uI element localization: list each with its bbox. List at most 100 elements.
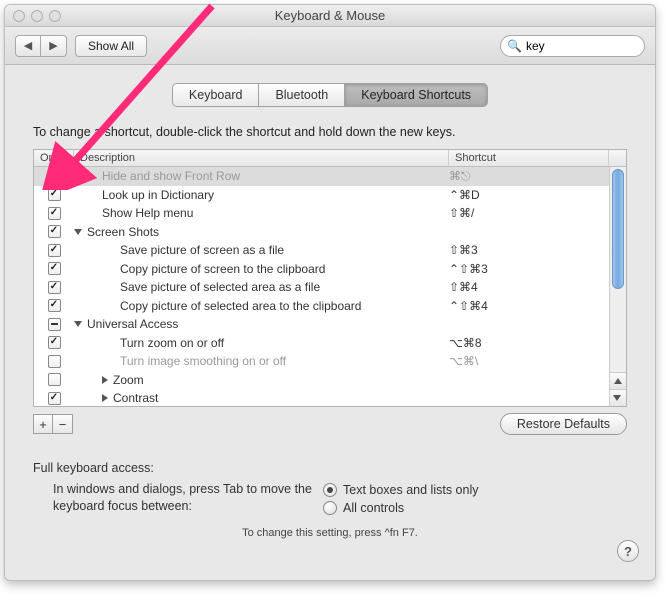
- table-row[interactable]: Copy picture of screen to the clipboard⌃…: [34, 260, 626, 279]
- table-row[interactable]: Show Help menu⇧⌘/: [34, 204, 626, 223]
- row-shortcut-cell[interactable]: ⇧⌘/: [449, 206, 609, 220]
- radio-all-controls[interactable]: All controls: [323, 499, 627, 517]
- fka-options: Text boxes and lists only All controls: [323, 481, 627, 517]
- table-footer: + − Restore Defaults: [33, 413, 627, 435]
- tab-keyboard-shortcuts[interactable]: Keyboard Shortcuts: [345, 83, 488, 107]
- row-label: Turn zoom on or off: [120, 336, 224, 350]
- column-description[interactable]: Description: [74, 150, 449, 166]
- full-keyboard-access-section: Full keyboard access: In windows and dia…: [33, 461, 627, 539]
- table-row[interactable]: Zoom: [34, 371, 626, 390]
- disclosure-triangle-icon[interactable]: [74, 321, 82, 327]
- column-on[interactable]: On: [34, 150, 74, 166]
- search-field[interactable]: 🔍 ✕: [500, 35, 645, 57]
- preferences-window: Keyboard & Mouse ◀ ▶ Show All 🔍 ✕ Keyboa…: [4, 4, 656, 581]
- row-description-cell: Show Help menu: [74, 206, 449, 220]
- fka-description: In windows and dialogs, press Tab to mov…: [33, 481, 323, 517]
- row-shortcut-cell[interactable]: ⌃⇧⌘4: [449, 299, 609, 313]
- toolbar: ◀ ▶ Show All 🔍 ✕: [5, 27, 655, 65]
- scroll-up-button[interactable]: [610, 372, 626, 389]
- row-label: Screen Shots: [87, 225, 159, 239]
- table-row[interactable]: Turn zoom on or off ⌥⌘8: [34, 334, 626, 353]
- row-label: Universal Access: [87, 317, 178, 331]
- row-label: Copy picture of selected area to the cli…: [120, 299, 361, 313]
- row-checkbox-cell: [34, 281, 74, 294]
- shortcuts-table: On Description Shortcut Hide and show Fr…: [33, 149, 627, 407]
- row-checkbox[interactable]: [48, 170, 61, 183]
- add-remove-group: + −: [33, 414, 73, 434]
- table-header: On Description Shortcut: [34, 150, 626, 167]
- row-checkbox[interactable]: [48, 207, 61, 220]
- row-shortcut-cell[interactable]: ⌥⌘8: [449, 336, 609, 350]
- column-shortcut[interactable]: Shortcut: [449, 150, 609, 166]
- tab-bluetooth[interactable]: Bluetooth: [259, 83, 345, 107]
- tab-keyboard[interactable]: Keyboard: [172, 83, 260, 107]
- disclosure-triangle-icon[interactable]: [74, 229, 82, 235]
- show-all-button[interactable]: Show All: [75, 35, 147, 57]
- scrollbar-thumb[interactable]: [612, 169, 624, 289]
- window-title: Keyboard & Mouse: [5, 8, 655, 23]
- radio-all-indicator: [323, 501, 337, 515]
- vertical-scrollbar[interactable]: [609, 167, 626, 406]
- row-checkbox-cell: [34, 318, 74, 331]
- row-checkbox-cell: [34, 336, 74, 349]
- row-checkbox[interactable]: [48, 225, 61, 238]
- table-row[interactable]: Turn image smoothing on or off ⌥⌘\: [34, 352, 626, 371]
- row-checkbox[interactable]: [48, 281, 61, 294]
- fka-tip: To change this setting, press ^fn F7.: [33, 527, 627, 539]
- row-label: Save picture of screen as a file: [120, 243, 284, 257]
- row-checkbox-cell: [34, 244, 74, 257]
- row-checkbox[interactable]: [48, 373, 61, 386]
- scroll-down-button[interactable]: [610, 389, 626, 406]
- restore-defaults-button[interactable]: Restore Defaults: [500, 413, 627, 435]
- remove-button[interactable]: −: [53, 414, 73, 434]
- forward-button[interactable]: ▶: [41, 35, 67, 57]
- disclosure-triangle-icon[interactable]: [102, 376, 108, 384]
- row-checkbox-cell: [34, 188, 74, 201]
- row-shortcut-cell[interactable]: ⇧⌘4: [449, 280, 609, 294]
- row-description-cell: Save picture of screen as a file: [74, 243, 449, 257]
- row-label: Hide and show Front Row: [102, 169, 240, 183]
- row-shortcut-cell[interactable]: ⌃⇧⌘3: [449, 262, 609, 276]
- content-area: Keyboard Bluetooth Keyboard Shortcuts To…: [5, 65, 655, 553]
- table-row[interactable]: Hide and show Front Row ⌘⎋: [34, 167, 626, 186]
- table-row[interactable]: Save picture of selected area as a file⇧…: [34, 278, 626, 297]
- row-shortcut-cell[interactable]: ⌃⌘D: [449, 188, 609, 202]
- table-row[interactable]: Save picture of screen as a file ⇧⌘3: [34, 241, 626, 260]
- row-description-cell: Copy picture of selected area to the cli…: [74, 299, 449, 313]
- tab-bar: Keyboard Bluetooth Keyboard Shortcuts: [33, 83, 627, 107]
- table-row[interactable]: Screen Shots: [34, 223, 626, 242]
- titlebar: Keyboard & Mouse: [5, 5, 655, 27]
- row-description-cell: Screen Shots: [74, 225, 449, 239]
- add-button[interactable]: +: [33, 414, 53, 434]
- back-button[interactable]: ◀: [15, 35, 41, 57]
- row-label: Look up in Dictionary: [102, 188, 214, 202]
- row-checkbox[interactable]: [48, 188, 61, 201]
- search-input[interactable]: [526, 39, 656, 53]
- row-checkbox[interactable]: [48, 244, 61, 257]
- row-checkbox[interactable]: [48, 262, 61, 275]
- row-shortcut-cell[interactable]: ⇧⌘3: [449, 243, 609, 257]
- nav-buttons: ◀ ▶: [15, 35, 67, 57]
- row-description-cell: Contrast: [74, 391, 449, 405]
- row-shortcut-cell[interactable]: ⌘⎋: [449, 169, 609, 184]
- radio-textboxes-label: Text boxes and lists only: [343, 483, 479, 497]
- row-checkbox[interactable]: [48, 336, 61, 349]
- row-checkbox[interactable]: [48, 318, 61, 331]
- table-row[interactable]: Look up in Dictionary ⌃⌘D: [34, 186, 626, 205]
- instruction-text: To change a shortcut, double-click the s…: [33, 125, 627, 139]
- row-label: Zoom: [113, 373, 144, 387]
- help-button[interactable]: ?: [617, 540, 639, 562]
- table-row[interactable]: Contrast: [34, 389, 626, 406]
- row-shortcut-cell[interactable]: ⌥⌘\: [449, 354, 609, 368]
- disclosure-triangle-icon[interactable]: [102, 394, 108, 402]
- row-label: Turn image smoothing on or off: [120, 354, 286, 368]
- table-row[interactable]: Universal Access: [34, 315, 626, 334]
- table-row[interactable]: Copy picture of selected area to the cli…: [34, 297, 626, 316]
- radio-textboxes[interactable]: Text boxes and lists only: [323, 481, 627, 499]
- row-checkbox[interactable]: [48, 299, 61, 312]
- fka-heading: Full keyboard access:: [33, 461, 627, 475]
- row-checkbox-cell: [34, 373, 74, 386]
- row-checkbox-cell: [34, 170, 74, 183]
- row-checkbox[interactable]: [48, 392, 61, 405]
- row-checkbox[interactable]: [48, 355, 61, 368]
